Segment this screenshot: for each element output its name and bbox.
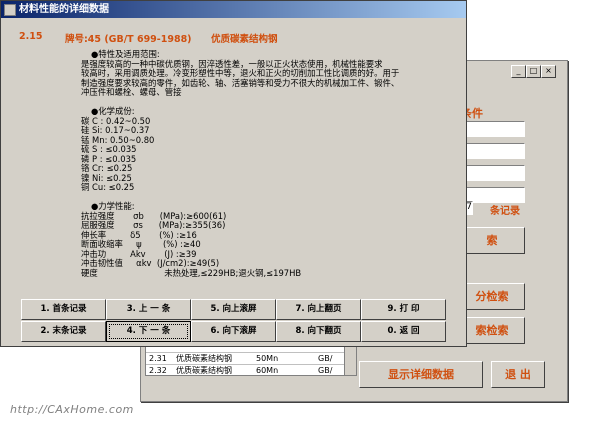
condition-field-1[interactable] — [459, 121, 525, 137]
page-down-button[interactable]: 8. 向下翻页 — [276, 321, 361, 342]
cell-std: GB/ — [318, 354, 333, 363]
detail-text: ●特性及适用范围: 是强度较高的一种中碳优质钢，因淬透性差，一般以正火状态使用，机… — [81, 49, 461, 293]
cell-spec: 50Mn — [256, 354, 279, 363]
detail-content: 2.15 牌号:45 (GB/T 699-1988) 优质碳素结构钢 ●特性及适… — [1, 23, 466, 293]
prev-record-button[interactable]: 3. 上 一 条 — [106, 299, 191, 320]
exit-button[interactable]: 退 出 — [491, 361, 545, 388]
cell-name: 优质碳素结构钢 — [176, 354, 232, 363]
detail-dialog: 材料性能的详细数据 2.15 牌号:45 (GB/T 699-1988) 优质碳… — [0, 0, 467, 347]
first-record-button[interactable]: 1. 首条记录 — [21, 299, 106, 320]
scroll-down-button[interactable]: 6. 向下滚屏 — [191, 321, 276, 342]
app-icon — [4, 4, 16, 16]
condition-field-2[interactable] — [459, 143, 525, 159]
minimize-icon[interactable]: _ — [511, 65, 526, 78]
watermark: http://CAxHome.com — [10, 403, 134, 416]
grade-label: 牌号:45 (GB/T 699-1988) — [65, 34, 192, 45]
return-button[interactable]: 0. 返 回 — [361, 321, 446, 342]
page-up-button[interactable]: 7. 向上翻页 — [276, 299, 361, 320]
condition-field-3[interactable] — [459, 165, 525, 181]
navigation-buttons: 1. 首条记录 3. 上 一 条 5. 向上滚屏 7. 向上翻页 9. 打 印 2. 末条… — [21, 299, 461, 343]
show-detail-button[interactable]: 显示详细数据 — [359, 361, 483, 388]
print-button[interactable]: 9. 打 印 — [361, 299, 446, 320]
cell-spec: 60Mn — [256, 366, 279, 375]
dialog-title: 材料性能的详细数据 — [19, 4, 109, 15]
cell-name: 优质碳素结构钢 — [176, 366, 232, 375]
scroll-up-button[interactable]: 5. 向上滚屏 — [191, 299, 276, 320]
dialog-titlebar: 材料性能的详细数据 — [1, 1, 466, 18]
maximize-icon[interactable]: □ — [526, 65, 541, 78]
index-search-button[interactable]: 索检索 — [459, 317, 525, 344]
record-number: 2.15 — [19, 31, 43, 42]
search-button[interactable]: 索 — [459, 227, 525, 254]
record-count-label: 条记录 — [490, 206, 520, 217]
table-row[interactable]: 2.31 优质碳素结构钢 50Mn GB/ — [146, 353, 356, 365]
cell-std: GB/ — [318, 366, 333, 375]
last-record-button[interactable]: 2. 末条记录 — [21, 321, 106, 342]
cell-no: 2.32 — [149, 366, 167, 375]
cell-no: 2.31 — [149, 354, 167, 363]
detail-line: 硬度 未热处理,≤229HB;退火钢,≤197HB — [81, 267, 302, 278]
next-record-button[interactable]: 4. 下 一 条 — [106, 321, 191, 342]
detail-line: 冲压件和螺栓、螺母、管接 — [81, 87, 182, 97]
table-row[interactable]: 2.32 优质碳素结构钢 60Mn GB/ — [146, 365, 356, 375]
steel-type: 优质碳素结构钢 — [211, 34, 278, 45]
partial-search-button[interactable]: 分检索 — [459, 283, 525, 310]
detail-line: 铜 Cu: ≤0.25 — [81, 182, 135, 192]
close-icon[interactable]: × — [541, 65, 556, 78]
